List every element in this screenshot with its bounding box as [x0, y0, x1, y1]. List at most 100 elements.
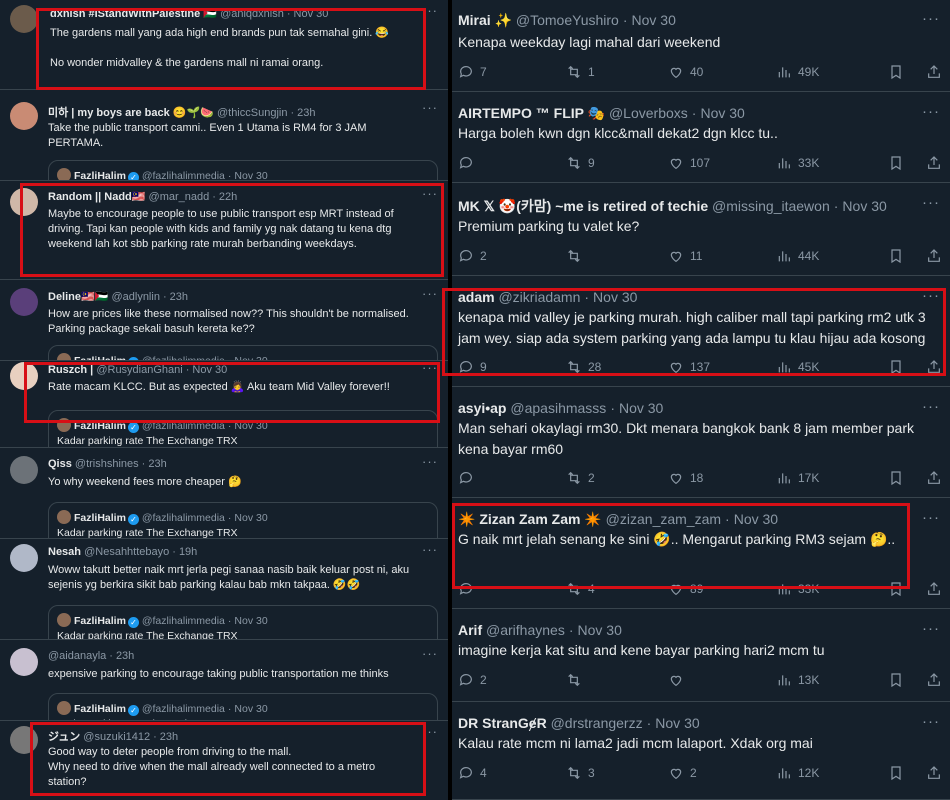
author-handle[interactable]: @RusydianGhani	[96, 364, 182, 376]
more-options-icon[interactable]: ···	[922, 620, 940, 637]
share-button[interactable]	[926, 155, 942, 171]
tweet-date[interactable]: 19h	[179, 546, 197, 558]
views-button[interactable]: 17K	[776, 470, 819, 486]
tweet-date[interactable]: Nov 30	[192, 364, 227, 376]
bookmark-button[interactable]	[888, 765, 904, 781]
avatar[interactable]	[10, 544, 38, 572]
views-button[interactable]: 45K	[776, 359, 819, 375]
more-options-icon[interactable]: ···	[422, 3, 438, 18]
reply-button[interactable]	[458, 155, 480, 171]
like-button[interactable]: 40	[668, 64, 703, 80]
author-name[interactable]: Mirai ✨	[458, 12, 512, 28]
tweet-date[interactable]: Nov 30	[632, 12, 676, 28]
quoted-author-handle[interactable]: @fazlihalimmedia	[142, 420, 225, 432]
like-button[interactable]: 2	[668, 765, 697, 781]
tweet-date[interactable]: Nov 30	[700, 105, 744, 121]
quoted-author-handle[interactable]: @fazlihalimmedia	[142, 170, 225, 180]
author-name[interactable]: Ruszch |	[48, 364, 93, 376]
tweet-date[interactable]: 23h	[148, 458, 166, 470]
tweet-card[interactable]: AIRTEMPO ™ FLIP 🎭 @Loverboxs · Nov 30 ··· Ha…	[452, 93, 950, 183]
author-handle[interactable]: @trishshines	[75, 458, 139, 470]
like-button[interactable]: 18	[668, 470, 703, 486]
quoted-author-name[interactable]: FazliHalim	[74, 420, 126, 432]
more-options-icon[interactable]: ···	[922, 103, 940, 120]
quoted-author-handle[interactable]: @fazlihalimmedia	[142, 615, 225, 627]
author-handle[interactable]: @aniqdxnish	[220, 8, 284, 20]
more-options-icon[interactable]: ···	[922, 509, 940, 526]
tweet-card[interactable]: @aidanayla · 23h ··· expensive parking to en…	[0, 641, 448, 721]
author-handle[interactable]: @drstrangerzz	[551, 715, 643, 731]
share-button[interactable]	[926, 581, 942, 597]
tweet-date[interactable]: Nov 30	[593, 289, 637, 305]
views-button[interactable]: 33K	[776, 581, 819, 597]
tweet-card[interactable]: Random || Nadd🇲🇾 @mar_nadd · 22h ··· Maybe t…	[0, 182, 448, 280]
tweet-card[interactable]: DR StranGɇR @drstrangerzz · Nov 30 ··· Kalau…	[452, 703, 950, 800]
reply-button[interactable]	[458, 581, 480, 597]
like-button[interactable]: 11	[668, 248, 702, 264]
tweet-card[interactable]: Deline🇲🇾🇵🇸 @adlynlin · 23h ··· How are price…	[0, 281, 448, 361]
tweet-date[interactable]: Nov 30	[655, 715, 699, 731]
author-handle[interactable]: @apasihmasss	[510, 400, 606, 416]
like-button[interactable]	[668, 672, 690, 688]
tweet-card[interactable]: adam @zikriadamn · Nov 30 ··· kenapa mid val…	[452, 277, 950, 387]
quoted-author-handle[interactable]: @fazlihalimmedia	[142, 512, 225, 524]
quoted-author-name[interactable]: FazliHalim	[74, 512, 126, 524]
tweet-date[interactable]: 23h	[160, 731, 178, 743]
tweet-card[interactable]: Mirai ✨ @TomoeYushiro · Nov 30 ··· Kenapa we…	[452, 0, 950, 92]
views-button[interactable]: 12K	[776, 765, 819, 781]
more-options-icon[interactable]: ···	[422, 286, 438, 301]
like-button[interactable]: 137	[668, 359, 710, 375]
reply-button[interactable]: 2	[458, 672, 487, 688]
quoted-tweet[interactable]: FazliHalim✓ @fazlihalimmedia·Nov 30Kadar…	[48, 410, 438, 447]
more-options-icon[interactable]: ···	[422, 646, 438, 661]
author-handle[interactable]: @mar_nadd	[149, 191, 210, 203]
tweet-date[interactable]: 23h	[170, 291, 188, 303]
tweet-date[interactable]: Nov 30	[294, 8, 329, 20]
tweet-card[interactable]: 미하 | my boys are back 😊🌱🍉 @thiccSungjin ·…	[0, 91, 448, 181]
author-name[interactable]: Deline🇲🇾🇵🇸	[48, 291, 108, 303]
quoted-author-name[interactable]: FazliHalim	[74, 170, 126, 180]
more-options-icon[interactable]: ···	[422, 724, 438, 739]
author-handle[interactable]: @thiccSungjin	[217, 107, 287, 119]
author-name[interactable]: adam	[458, 289, 495, 305]
retweet-button[interactable]	[566, 248, 588, 264]
author-name[interactable]: Qiss	[48, 458, 72, 470]
avatar[interactable]	[10, 648, 38, 676]
quoted-author-name[interactable]: FazliHalim	[74, 615, 126, 627]
like-button[interactable]: 89	[668, 581, 703, 597]
author-name[interactable]: ジュン	[48, 731, 80, 743]
retweet-button[interactable]	[566, 672, 588, 688]
more-options-icon[interactable]: ···	[422, 362, 438, 375]
quoted-tweet[interactable]: FazliHalim✓ @fazlihalimmedia·Nov 30Kadar…	[48, 345, 438, 360]
author-handle[interactable]: @arifhaynes	[486, 622, 565, 638]
retweet-button[interactable]: 28	[566, 359, 601, 375]
tweet-card[interactable]: dxnish #IStandWithPalestine 🇵🇸 @aniqdxni…	[0, 0, 448, 90]
author-name[interactable]: Random || Nadd🇲🇾	[48, 191, 145, 203]
quoted-author-name[interactable]: FazliHalim	[74, 703, 126, 715]
avatar[interactable]	[10, 456, 38, 484]
author-name[interactable]: MK 𝕏 🤡(카맘) ~me is retired of techie	[458, 198, 708, 214]
retweet-button[interactable]: 9	[566, 155, 595, 171]
tweet-card[interactable]: MK 𝕏 🤡(카맘) ~me is retired of techie @mis…	[452, 184, 950, 276]
share-button[interactable]	[926, 672, 942, 688]
quoted-tweet[interactable]: FazliHalim✓ @fazlihalimmedia·Nov 30Kadar…	[48, 693, 438, 720]
tweet-date[interactable]: Nov 30	[619, 400, 663, 416]
avatar[interactable]	[10, 102, 38, 130]
tweet-date[interactable]: 23h	[116, 650, 134, 662]
author-name[interactable]: DR StranGɇR	[458, 715, 547, 731]
tweet-card[interactable]: Nesah @Nesahhttebayo · 19h ··· Woww takutt b…	[0, 540, 448, 640]
share-button[interactable]	[926, 64, 942, 80]
share-button[interactable]	[926, 765, 942, 781]
author-handle[interactable]: @Nesahhttebayo	[84, 546, 169, 558]
bookmark-button[interactable]	[888, 581, 904, 597]
quoted-tweet[interactable]: FazliHalim✓ @fazlihalimmedia·Nov 30Kadar…	[48, 502, 438, 538]
author-handle[interactable]: @TomoeYushiro	[516, 12, 619, 28]
views-button[interactable]: 13K	[776, 672, 819, 688]
tweet-date[interactable]: Nov 30	[734, 511, 778, 527]
tweet-card[interactable]: Ruszch | @RusydianGhani · Nov 30 ··· Rate ma…	[0, 362, 448, 448]
author-name[interactable]: asyi•ap	[458, 400, 507, 416]
author-handle[interactable]: @missing_itaewon	[712, 198, 830, 214]
author-handle[interactable]: @aidanayla	[48, 650, 106, 662]
author-name[interactable]: dxnish #IStandWithPalestine 🇵🇸	[50, 8, 217, 20]
tweet-card[interactable]: ✴️ Zizan Zam Zam ✴️ @zizan_zam_zam · Nov 3…	[452, 499, 950, 609]
